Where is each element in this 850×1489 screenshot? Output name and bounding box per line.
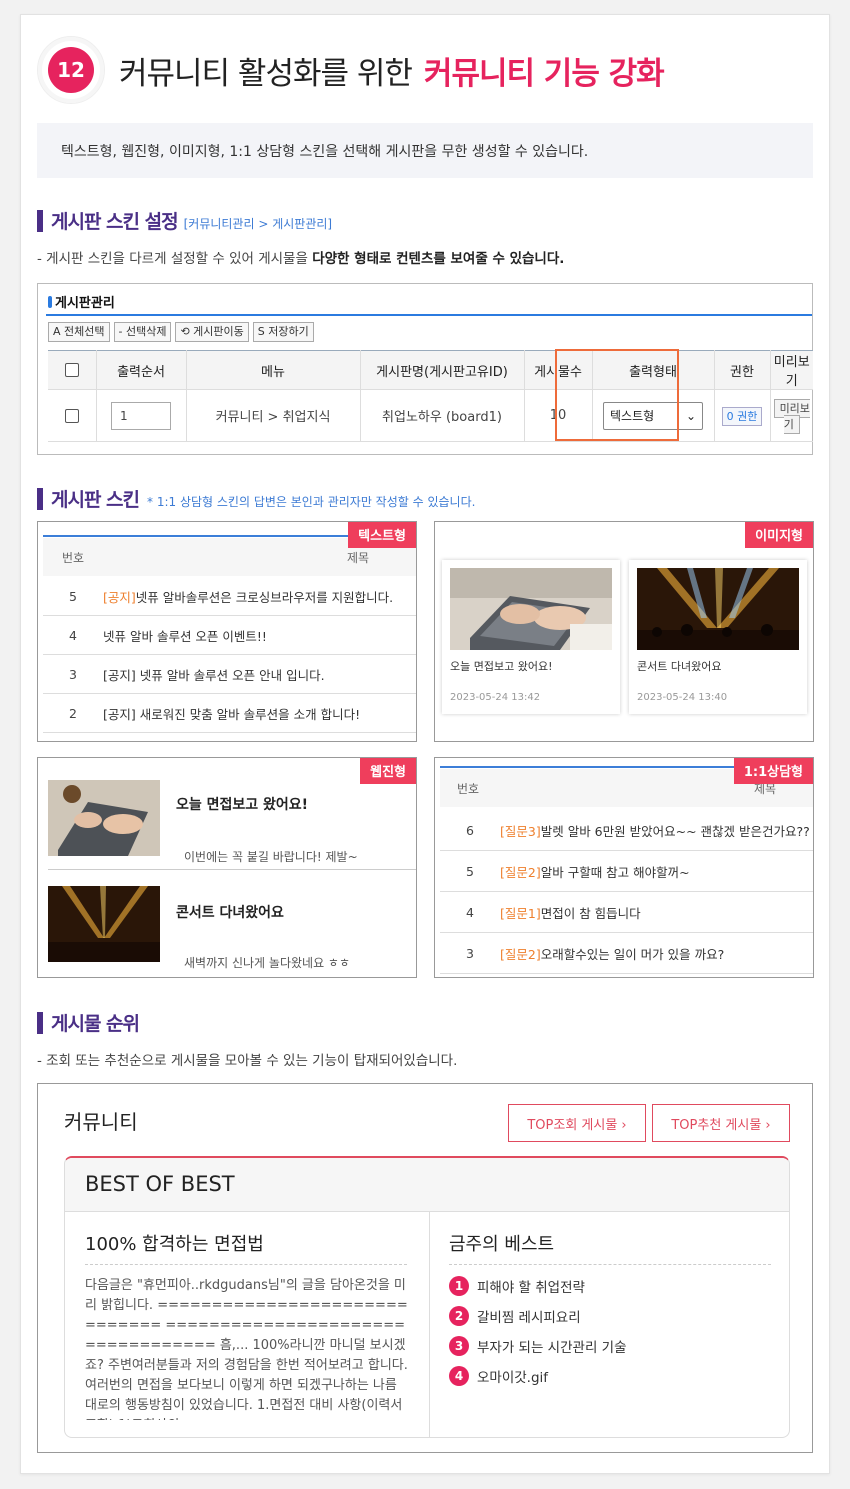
qa-skin-box: 번호 제목 6 [질문3] 발렛 알바 6만원 받았어요~~ 괜찮겠 받은건가요?… bbox=[434, 757, 814, 978]
rank-number-icon: 4 bbox=[449, 1366, 469, 1386]
list-item[interactable]: 6 [질문3] 발렛 알바 6만원 받았어요~~ 괜찮겠 받은건가요?? bbox=[440, 810, 813, 851]
rank-number-icon: 1 bbox=[449, 1276, 469, 1296]
skin-tag: 이미지형 bbox=[745, 522, 813, 548]
card-date: 2023-05-24 13:40 bbox=[637, 692, 728, 703]
skin-tag: 1:1상담형 bbox=[733, 758, 813, 784]
feature-title-accent: 커뮤니티 기능 강화 bbox=[423, 55, 665, 92]
top-recommend-button[interactable]: TOP추천 게시물 › bbox=[652, 1104, 790, 1142]
select-all-checkbox[interactable] bbox=[64, 363, 79, 377]
head-title: 제목 bbox=[347, 550, 370, 565]
row-menu: 커뮤니티 > 취업지식 bbox=[186, 389, 361, 442]
admin-title-text: 게시판관리 bbox=[55, 296, 115, 311]
section-note: * 1:1 상담형 스킨의 답변은 본인과 관리자만 작성할 수 있습니다. bbox=[147, 495, 476, 509]
card-title: 콘서트 다녀왔어요 bbox=[637, 660, 722, 673]
board-admin-panel: 게시판관리 A 전체선택 - 선택삭제 ⟲ 게시판이동 S 저장하기 출력순서 … bbox=[37, 283, 813, 455]
list-item[interactable]: 3 [공지] 넷퓨 알바 솔루션 오픈 안내 입니다. bbox=[43, 655, 416, 694]
chevron-down-icon: ⌄ bbox=[685, 408, 696, 423]
section-title: 게시판 스킨 bbox=[51, 489, 140, 511]
admin-title: 게시판관리 bbox=[48, 292, 115, 311]
webzine-skin-box: 오늘 면접보고 왔어요! 이번에는 꼭 붙길 바랍니다! 제발~ 콘서트 다녀왔… bbox=[37, 757, 417, 978]
card-date: 2023-05-24 13:42 bbox=[450, 692, 541, 703]
best-post-title[interactable]: 100% 합격하는 면접법 bbox=[85, 1230, 264, 1256]
feature-number: 12 bbox=[48, 47, 94, 93]
col-order: 출력순서 bbox=[96, 350, 187, 390]
weekly-best-item[interactable]: 4 오마이갓.gif bbox=[449, 1366, 548, 1386]
list-item[interactable]: 5 [공지] 넷퓨 알바솔루션은 크로싱브라우저를 지원합니다. bbox=[43, 577, 416, 616]
best-of-best-box: BEST OF BEST 100% 합격하는 면접법 다음글은 "휴먼피아..r… bbox=[64, 1156, 790, 1438]
feature-header: 12 커뮤니티 활성화를 위한 커뮤니티 기능 강화 bbox=[37, 35, 665, 105]
ranking-title: 커뮤니티 bbox=[64, 1110, 138, 1134]
preview-button[interactable]: 미리보기 bbox=[773, 398, 810, 434]
weekly-best-item[interactable]: 1 피해야 할 취업전략 bbox=[449, 1276, 585, 1296]
order-input[interactable]: 1 bbox=[111, 401, 171, 430]
image-skin-box: 오늘 면접보고 왔어요! 2023-05-24 13:42 콘서트 다녀왔어요 … bbox=[434, 521, 814, 742]
permission-button[interactable]: 0 권한 bbox=[721, 406, 763, 426]
weekly-best-item[interactable]: 3 부자가 되는 시간관리 기술 bbox=[449, 1336, 627, 1356]
col-board-name: 게시판명(게시판고유ID) bbox=[360, 350, 525, 390]
col-preview: 미리보기 bbox=[770, 350, 813, 390]
row-checkbox[interactable] bbox=[64, 408, 79, 423]
feature-card: 12 커뮤니티 활성화를 위한 커뮤니티 기능 강화 텍스트형, 웹진형, 이미… bbox=[20, 14, 830, 1474]
concert-photo bbox=[48, 886, 160, 962]
section-board-skin: 게시판 스킨 * 1:1 상담형 스킨의 답변은 본인과 관리자만 작성할 수 … bbox=[37, 485, 475, 512]
feature-title: 커뮤니티 활성화를 위한 bbox=[119, 55, 413, 92]
weekly-best-item[interactable]: 2 갈비찜 레시피요리 bbox=[449, 1306, 581, 1326]
image-card[interactable]: 오늘 면접보고 왔어요! 2023-05-24 13:42 bbox=[442, 560, 620, 714]
concert-photo bbox=[637, 568, 799, 650]
card-title: 오늘 면접보고 왔어요! bbox=[450, 660, 553, 673]
delete-selected-button[interactable]: - 선택삭제 bbox=[113, 322, 172, 342]
weekly-best-title: 금주의 베스트 bbox=[449, 1234, 555, 1255]
section-desc: - 게시판 스킨을 다르게 설정할 수 있어 게시물을 다양한 형태로 컨텐츠를… bbox=[37, 247, 564, 267]
section-title: 게시물 순위 bbox=[51, 1013, 140, 1035]
col-menu: 메뉴 bbox=[186, 350, 361, 390]
item-desc: 이번에는 꼭 붙길 바랍니다! 제발~ bbox=[184, 850, 358, 864]
section-bar bbox=[37, 487, 43, 510]
list-item[interactable]: 콘서트 다녀왔어요 새벽까지 신나게 놀다왔네요 ㅎㅎ bbox=[48, 870, 416, 977]
col-permission: 권한 bbox=[714, 350, 771, 390]
number-badge: 12 bbox=[37, 36, 105, 104]
item-desc: 새벽까지 신나게 놀다왔네요 ㅎㅎ bbox=[184, 956, 351, 970]
save-button[interactable]: S 저장하기 bbox=[252, 322, 314, 342]
best-post-body: 다음글은 "휴먼피아..rkdgudans님"의 글을 담아온것을 미리 밝힙니… bbox=[85, 1278, 408, 1420]
image-card[interactable]: 콘서트 다녀왔어요 2023-05-24 13:40 bbox=[629, 560, 807, 714]
format-highlight bbox=[555, 349, 679, 441]
section-title: 게시판 스킨 설정 bbox=[51, 211, 179, 233]
head-num: 번호 bbox=[61, 550, 85, 565]
board-table: 출력순서 메뉴 게시판명(게시판고유ID) 게시물수 출력형태 권한 미리보기 … bbox=[48, 350, 813, 442]
table-header: 출력순서 메뉴 게시판명(게시판고유ID) 게시물수 출력형태 권한 미리보기 bbox=[48, 350, 813, 390]
laptop-photo bbox=[48, 780, 160, 856]
rank-number-icon: 3 bbox=[449, 1336, 469, 1356]
head-num: 번호 bbox=[456, 781, 480, 796]
top-views-button[interactable]: TOP조회 게시물 › bbox=[508, 1104, 646, 1142]
intro-box: 텍스트형, 웹진형, 이미지형, 1:1 상담형 스킨을 선택해 게시판을 무한… bbox=[37, 123, 813, 178]
laptop-photo bbox=[450, 568, 612, 650]
list-item[interactable]: 4 넷퓨 알바 솔루션 오픈 이벤트!! bbox=[43, 616, 416, 655]
item-title: 오늘 면접보고 왔어요! bbox=[176, 797, 309, 813]
admin-toolbar: A 전체선택 - 선택삭제 ⟲ 게시판이동 S 저장하기 bbox=[48, 322, 314, 342]
list-item[interactable]: 2 [공지] 새로워진 맞춤 알바 솔루션을 소개 합니다! bbox=[43, 694, 416, 733]
list-item[interactable]: 3 [질문2] 오래할수있는 일이 머가 있을 까요? bbox=[440, 933, 813, 974]
desc-text: - 게시판 스킨을 다르게 설정할 수 있어 게시물을 bbox=[37, 251, 313, 267]
section-bar bbox=[37, 209, 43, 232]
table-row: 1 커뮤니티 > 취업지식 취업노하우 (board1) 10 텍스트형 ⌄ 0 … bbox=[48, 389, 813, 442]
section-post-ranking: 게시물 순위 bbox=[37, 1009, 140, 1036]
section-skin-settings: 게시판 스킨 설정 [커뮤니티관리 > 게시판관리] bbox=[37, 207, 332, 234]
text-skin-box: 번호 제목 5 [공지] 넷퓨 알바솔루션은 크로싱브라우저를 지원합니다. 4넷… bbox=[37, 521, 417, 742]
item-title: 콘서트 다녀왔어요 bbox=[176, 905, 284, 921]
skin-tag: 텍스트형 bbox=[348, 522, 416, 548]
section-bar bbox=[37, 1011, 43, 1034]
skin-tag: 웹진형 bbox=[360, 758, 416, 784]
section-path: [커뮤니티관리 > 게시판관리] bbox=[183, 217, 333, 231]
row-board: 취업노하우 (board1) bbox=[360, 389, 525, 442]
ranking-panel: 커뮤니티 TOP조회 게시물 › TOP추천 게시물 › BEST OF BES… bbox=[37, 1083, 813, 1453]
best-title: BEST OF BEST bbox=[65, 1158, 789, 1212]
rank-number-icon: 2 bbox=[449, 1306, 469, 1326]
list-item[interactable]: 5 [질문2] 알바 구할때 참고 해야할꺼~ bbox=[440, 851, 813, 892]
list-item[interactable]: 4 [질문1] 면접이 참 힘듭니다 bbox=[440, 892, 813, 933]
section-desc: - 조회 또는 추천순으로 게시물을 모아볼 수 있는 기능이 탑재되어있습니다… bbox=[37, 1053, 458, 1069]
move-board-button[interactable]: ⟲ 게시판이동 bbox=[175, 322, 249, 342]
select-all-button[interactable]: A 전체선택 bbox=[48, 322, 110, 342]
desc-bold: 다양한 형태로 컨텐츠를 보여줄 수 있습니다. bbox=[312, 251, 565, 267]
